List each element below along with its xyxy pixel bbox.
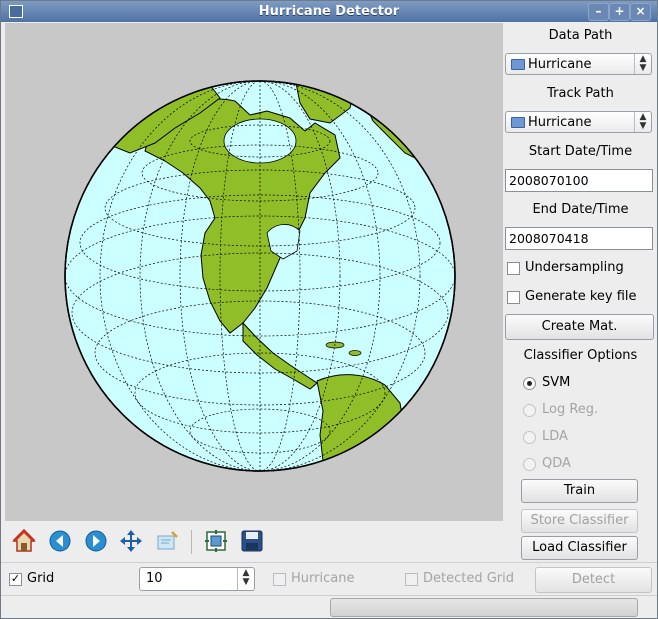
maximize-icon: + xyxy=(614,4,625,18)
qda-radio[interactable] xyxy=(523,458,536,471)
configure-icon xyxy=(205,530,227,552)
zoom-icon xyxy=(157,531,178,550)
toolbar-separator xyxy=(191,530,192,554)
track-path-value: Hurricane xyxy=(528,115,592,130)
radio-selected-dot xyxy=(527,381,532,386)
grid-size-spinbox[interactable]: 10 ▲ ▼ xyxy=(139,567,255,591)
forward-button[interactable] xyxy=(83,528,109,554)
end-datetime-input[interactable]: 2008070418 xyxy=(505,227,653,250)
lda-label: LDA xyxy=(542,429,568,444)
lda-radio[interactable] xyxy=(523,431,536,444)
detected-grid-label: Detected Grid xyxy=(423,571,515,586)
back-icon xyxy=(49,530,71,552)
save-icon xyxy=(241,530,263,552)
detect-button[interactable]: Detect xyxy=(535,567,652,593)
qda-label: QDA xyxy=(542,456,571,471)
generate-key-file-label: Generate key file xyxy=(525,289,637,304)
close-icon: × xyxy=(635,4,646,18)
minimize-icon: – xyxy=(595,4,602,18)
data-path-label: Data Path xyxy=(548,28,613,43)
hurricane-checkbox[interactable] xyxy=(273,573,286,586)
navigation-toolbar xyxy=(5,524,503,560)
home-button[interactable] xyxy=(11,528,37,554)
detected-grid-checkbox[interactable] xyxy=(405,573,418,586)
window-title: Hurricane Detector xyxy=(258,4,400,19)
grid-label: Grid xyxy=(27,571,55,586)
data-path-select[interactable]: Hurricane ▲ ▼ xyxy=(505,53,652,75)
forward-icon xyxy=(85,530,107,552)
close-button[interactable]: × xyxy=(630,3,651,21)
chevron-updown-icon: ▲ ▼ xyxy=(634,112,651,132)
undersampling-checkbox[interactable] xyxy=(507,262,520,275)
progress-bar xyxy=(330,598,638,617)
configure-subplots-button[interactable] xyxy=(203,528,229,554)
home-icon xyxy=(12,528,36,552)
main-window: Hurricane Detector – + × Data Path Hurri… xyxy=(0,0,658,619)
end-datetime-label: End Date/Time xyxy=(532,202,629,217)
svm-radio[interactable] xyxy=(523,377,536,390)
zoom-button[interactable] xyxy=(154,528,180,554)
svm-label: SVM xyxy=(542,375,571,390)
track-path-select[interactable]: Hurricane ▲ ▼ xyxy=(505,111,652,133)
generate-key-file-checkbox[interactable] xyxy=(507,291,520,304)
pan-button[interactable] xyxy=(118,528,144,554)
map-canvas[interactable] xyxy=(5,23,503,521)
undersampling-label: Undersampling xyxy=(525,260,624,275)
classifier-options-label: Classifier Options xyxy=(523,348,638,363)
globe-map xyxy=(64,80,456,472)
minimize-button[interactable]: – xyxy=(588,3,609,21)
chevron-updown-icon: ▲ ▼ xyxy=(634,54,651,74)
status-bar xyxy=(1,595,657,619)
create-mat-button[interactable]: Create Mat. xyxy=(505,314,654,340)
log-reg-radio[interactable] xyxy=(523,404,536,417)
folder-icon xyxy=(511,59,525,70)
start-datetime-label: Start Date/Time xyxy=(528,144,633,159)
pan-icon xyxy=(120,530,142,552)
data-path-value: Hurricane xyxy=(528,57,592,72)
grid-size-value: 10 xyxy=(146,571,163,586)
folder-icon xyxy=(511,117,525,128)
hurricane-label: Hurricane xyxy=(291,571,355,586)
chevron-updown-icon: ▲ ▼ xyxy=(237,568,254,590)
checkmark-icon: ✓ xyxy=(10,572,21,585)
grid-checkbox[interactable]: ✓ xyxy=(9,573,22,586)
start-datetime-input[interactable]: 2008070100 xyxy=(505,169,653,192)
store-classifier-button[interactable]: Store Classifier xyxy=(521,509,638,533)
train-button[interactable]: Train xyxy=(521,479,638,503)
bottom-controls: ✓ Grid 10 ▲ ▼ Hurricane Detected Grid Det… xyxy=(1,562,657,595)
log-reg-label: Log Reg. xyxy=(542,402,599,417)
maximize-button[interactable]: + xyxy=(609,3,630,21)
track-path-label: Track Path xyxy=(547,86,614,101)
save-button[interactable] xyxy=(239,528,265,554)
title-bar: Hurricane Detector – + × xyxy=(1,1,657,22)
load-classifier-button[interactable]: Load Classifier xyxy=(521,536,638,560)
back-button[interactable] xyxy=(47,528,73,554)
